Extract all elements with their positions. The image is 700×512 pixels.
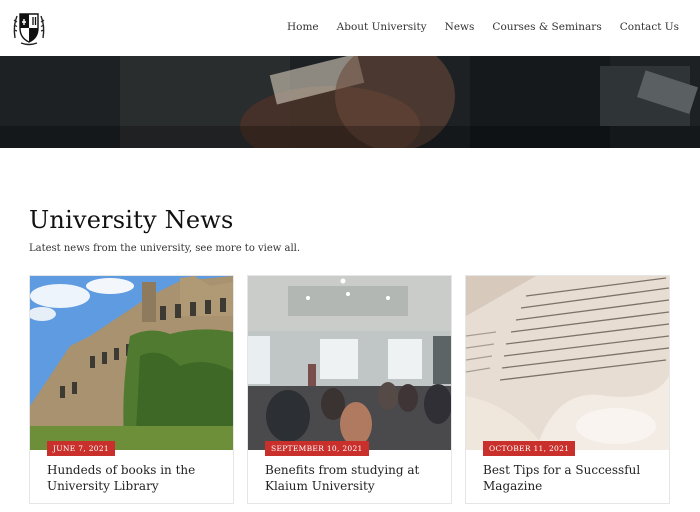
seminar-room-image — [248, 276, 451, 450]
section-subtitle: Latest news from the university, see mor… — [29, 243, 301, 254]
hero-image — [0, 56, 700, 148]
library-building-image — [30, 276, 233, 450]
post-date-badge: OCTOBER 11, 2021 — [483, 441, 576, 456]
university-logo[interactable] — [11, 8, 47, 46]
section-title: University News — [29, 206, 234, 234]
post-title[interactable]: Benefits from studying at Klaium Univers… — [265, 462, 445, 494]
post-title[interactable]: Best Tips for a Successful Magazine — [483, 462, 663, 494]
open-book-image — [466, 276, 669, 450]
post-date-badge: SEPTEMBER 10, 2021 — [265, 441, 369, 456]
main-nav: Home About University News Courses & Sem… — [287, 21, 679, 33]
nav-courses-seminars[interactable]: Courses & Seminars — [492, 21, 601, 33]
news-card[interactable]: JUNE 7, 2021 Hundeds of books in the Uni… — [29, 275, 234, 504]
nav-home[interactable]: Home — [287, 21, 319, 33]
nav-contact-us[interactable]: Contact Us — [620, 21, 679, 33]
news-card[interactable]: OCTOBER 11, 2021 Best Tips for a Success… — [465, 275, 670, 504]
nav-about-university[interactable]: About University — [337, 21, 427, 33]
post-title[interactable]: Hundeds of books in the University Libra… — [47, 462, 227, 494]
post-date-badge: JUNE 7, 2021 — [47, 441, 115, 456]
news-card[interactable]: SEPTEMBER 10, 2021 Benefits from studyin… — [247, 275, 452, 504]
nav-news[interactable]: News — [445, 21, 475, 33]
site-header: Home About University News Courses & Sem… — [0, 0, 700, 56]
